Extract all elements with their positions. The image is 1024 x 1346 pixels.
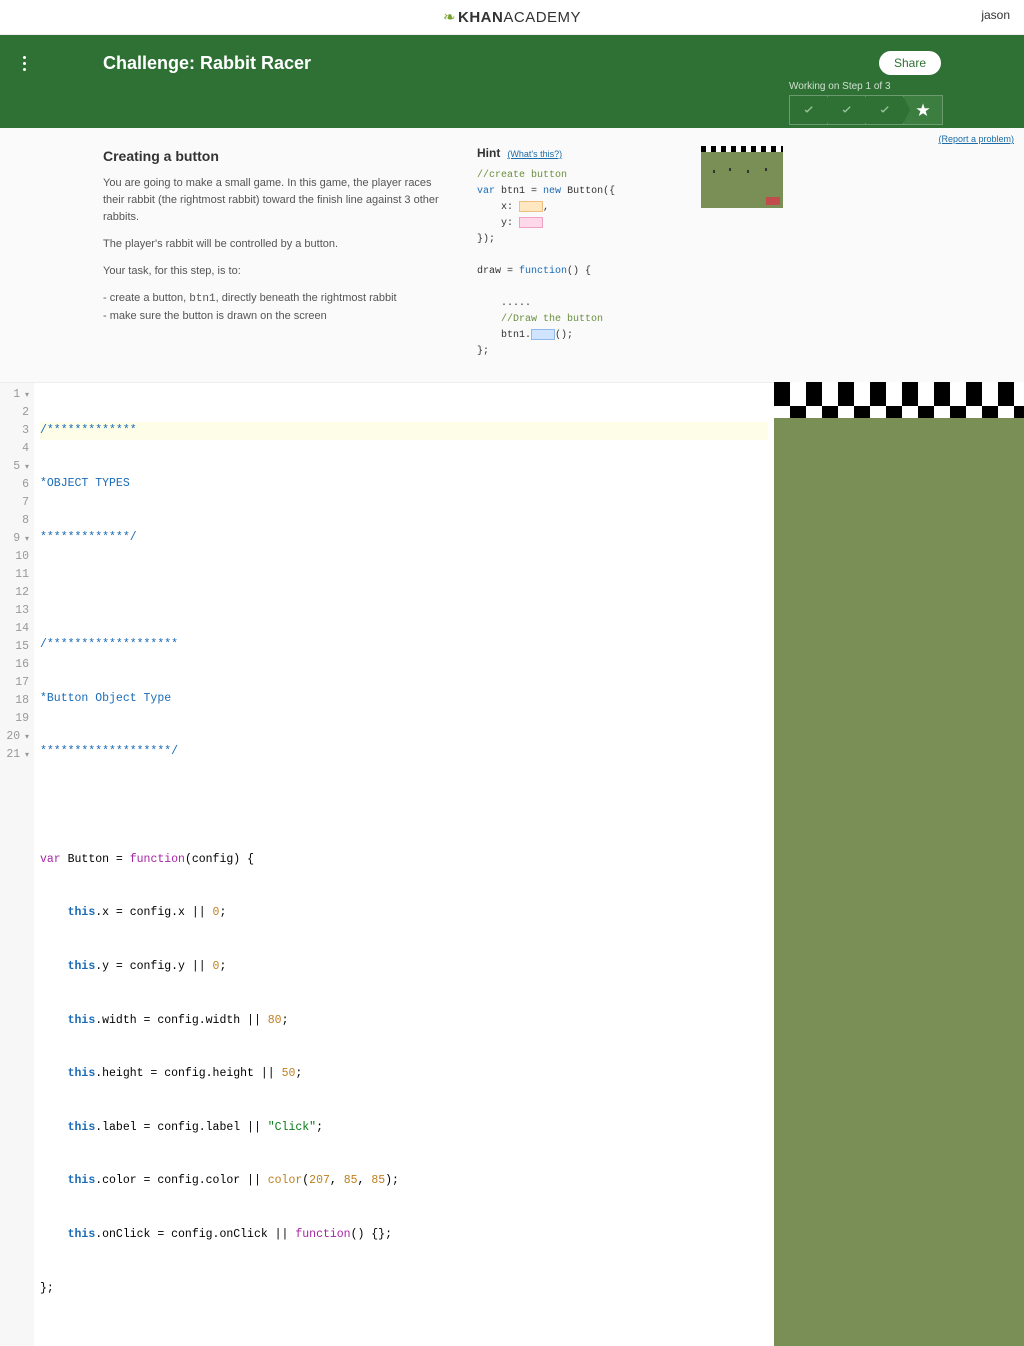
instructions-task-item: - create a button, btn1, directly beneat…: [103, 290, 453, 308]
share-button[interactable]: Share: [879, 51, 941, 75]
hint-blank-x[interactable]: [519, 201, 543, 212]
hint-title: Hint: [477, 146, 500, 160]
instructions-para: You are going to make a small game. In t…: [103, 175, 453, 226]
hint-preview: [701, 146, 783, 360]
code-editor[interactable]: 123456789101112131415161718192021 /*****…: [0, 382, 774, 1346]
instructions-task-item: - make sure the button is drawn on the s…: [103, 308, 453, 325]
progress-label: Working on Step 1 of 3: [789, 81, 943, 92]
menu-icon[interactable]: [12, 49, 36, 77]
code-content[interactable]: /************* *OBJECT TYPES ***********…: [34, 383, 774, 1346]
hint-blank-y[interactable]: [519, 217, 543, 228]
page-title: Challenge: Rabbit Racer: [103, 53, 921, 74]
hint-panel: Hint (What's this?) //create button var …: [477, 146, 677, 360]
username-link[interactable]: jason: [981, 8, 1010, 22]
report-problem-link[interactable]: (Report a problem): [938, 134, 1014, 144]
hint-blank-draw[interactable]: [531, 329, 555, 340]
challenge-header: Challenge: Rabbit Racer Share Working on…: [0, 35, 1024, 128]
instructions-task-lead: Your task, for this step, is to:: [103, 263, 453, 280]
instructions-panel: Creating a button You are going to make …: [103, 146, 453, 360]
finish-line: [774, 406, 1024, 418]
output-canvas: [774, 382, 1024, 1346]
logo[interactable]: ❧KHANACADEMY: [443, 8, 581, 26]
progress-tracker: Working on Step 1 of 3: [789, 81, 943, 125]
hint-code: //create button var btn1 = new Button({ …: [477, 168, 677, 360]
instructions-heading: Creating a button: [103, 146, 453, 168]
instructions-para: The player's rabbit will be controlled b…: [103, 236, 453, 253]
line-gutter: 123456789101112131415161718192021: [0, 383, 34, 1346]
hint-whats-this-link[interactable]: (What's this?): [507, 149, 562, 159]
topbar: ❧KHANACADEMY jason: [0, 0, 1024, 35]
finish-line: [774, 382, 1024, 406]
progress-step-1[interactable]: [790, 96, 828, 124]
